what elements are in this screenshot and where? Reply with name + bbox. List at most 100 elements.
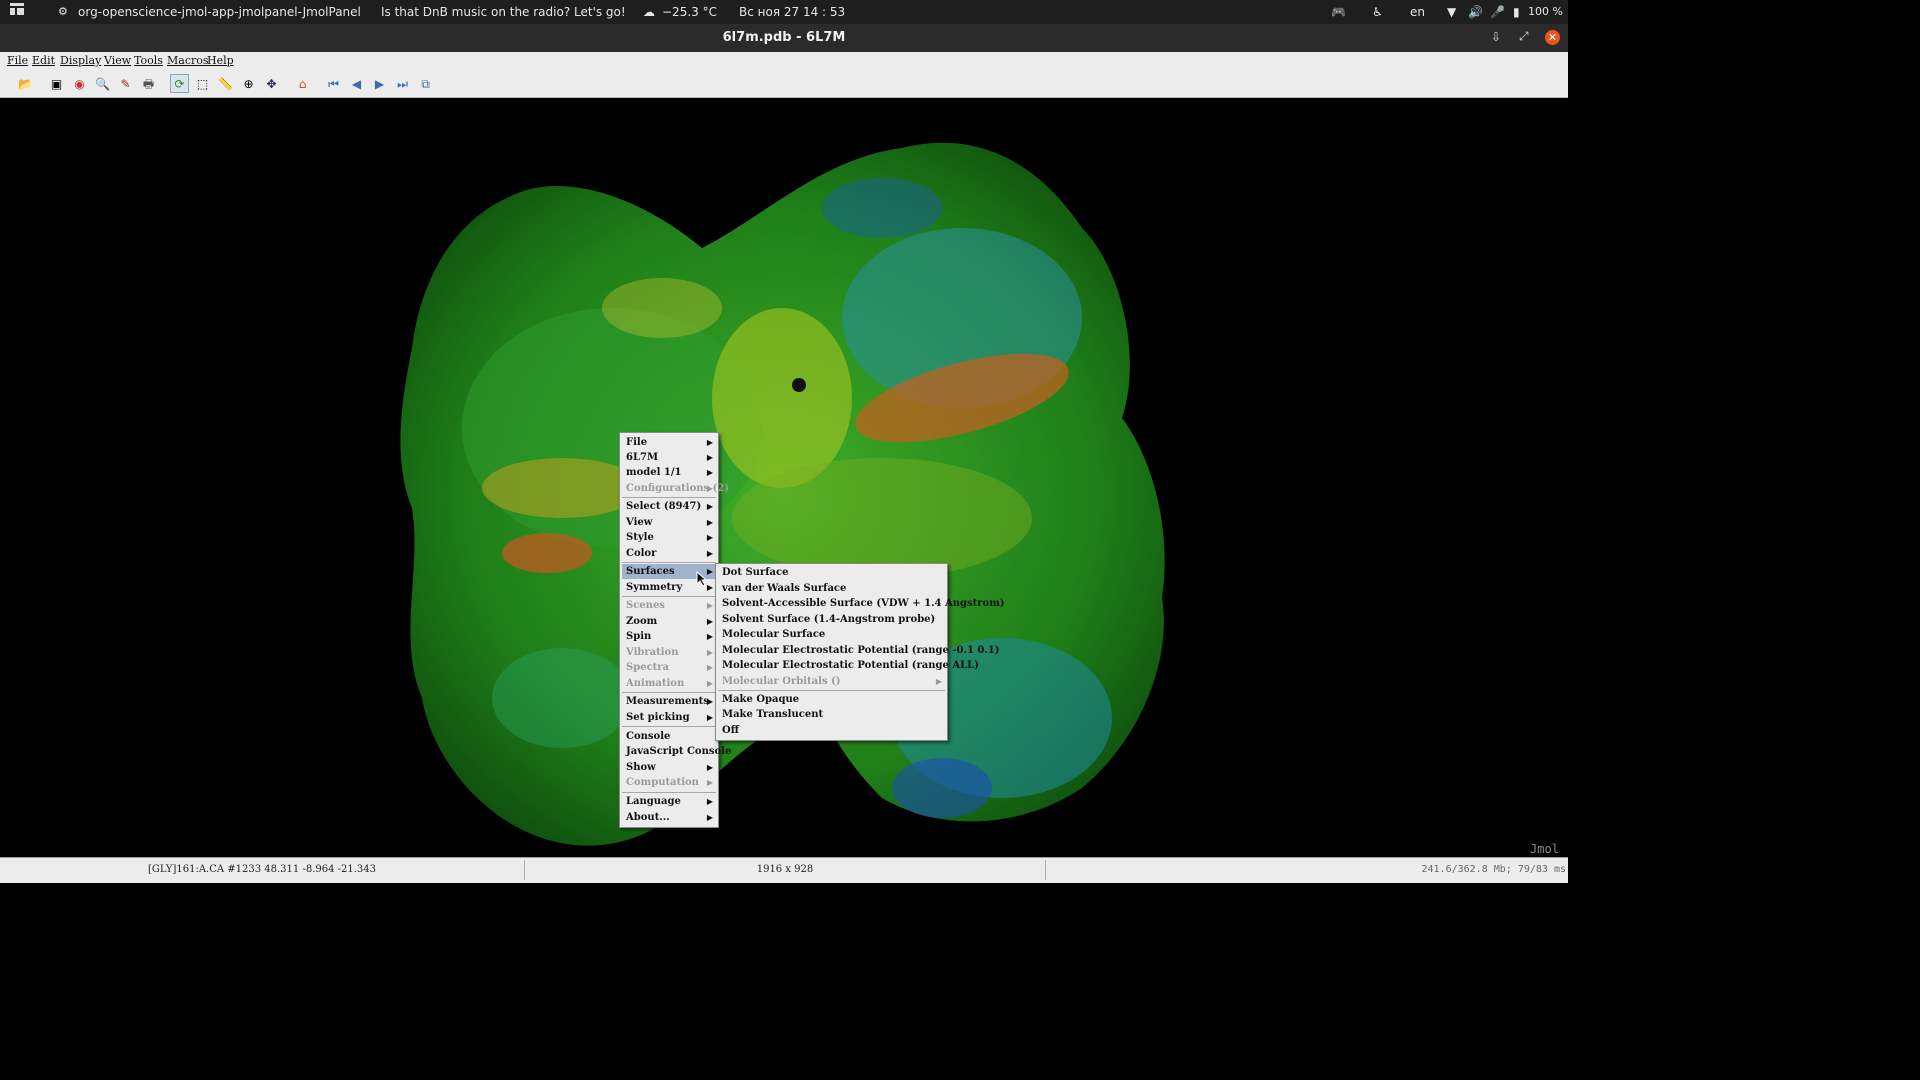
context-item-about[interactable]: About... ▶ bbox=[622, 810, 716, 825]
arrow-right-icon: ▶ bbox=[706, 631, 713, 641]
context-item-label: 6L7M bbox=[626, 452, 659, 463]
radio-indicator[interactable]: Is that DnB music on the radio? Let's go… bbox=[381, 0, 626, 24]
pick-icon[interactable]: ⬚ bbox=[193, 74, 212, 93]
window-title-bar[interactable]: 6l7m.pdb - 6L7M ⇩ ⤢ ✕ bbox=[0, 24, 1568, 52]
surface-make-translucent[interactable]: Make Translucent bbox=[718, 707, 945, 722]
viewer-dimensions: 1916 x 928 bbox=[525, 860, 1046, 880]
toolbar: 📂 ▣ ◉ 🔍 ✎ 🖶 ⟳ ⬚ 📏 ⊕ ✥ ⌂ ⏮ ◀ ▶ ⏭ ⧉ bbox=[0, 70, 1568, 98]
spin-icon[interactable]: ✥ bbox=[262, 74, 281, 93]
context-item-zoom[interactable]: Zoom ▶ bbox=[622, 614, 716, 629]
arrow-right-icon: ▶ bbox=[706, 548, 713, 558]
context-item-language[interactable]: Language ▶ bbox=[622, 794, 716, 809]
context-item-color[interactable]: Color ▶ bbox=[622, 546, 716, 561]
context-item-label: Animation bbox=[626, 678, 685, 689]
screenshot-icon[interactable]: ▣ bbox=[47, 74, 66, 93]
microphone-icon[interactable]: 🎤 bbox=[1490, 0, 1505, 24]
context-item-model-id[interactable]: 6L7M ▶ bbox=[622, 450, 716, 465]
last-frame-icon[interactable]: ⏭ bbox=[393, 74, 412, 93]
context-item-label: Style bbox=[626, 532, 654, 543]
menu-view[interactable]: View bbox=[104, 54, 131, 67]
find-icon[interactable]: 🔍 bbox=[93, 74, 112, 93]
arrow-right-icon: ▶ bbox=[706, 467, 713, 477]
first-frame-icon[interactable]: ⏮ bbox=[324, 74, 343, 93]
close-icon[interactable]: ✕ bbox=[1545, 30, 1560, 45]
menu-file[interactable]: File bbox=[7, 54, 28, 67]
battery-level: 100 % bbox=[1528, 5, 1563, 18]
menu-help[interactable]: Help bbox=[207, 54, 234, 67]
wifi-icon[interactable]: ▼ bbox=[1447, 0, 1456, 24]
context-item-label: Language bbox=[626, 796, 681, 807]
accessibility-icon[interactable]: ♿ bbox=[1372, 0, 1383, 24]
context-item-select[interactable]: Select (8947) ▶ bbox=[622, 499, 716, 514]
next-frame-icon[interactable]: ▶ bbox=[370, 74, 389, 93]
surface-solvent[interactable]: Solvent Surface (1.4-Angstrom probe) bbox=[718, 612, 945, 627]
arrow-right-icon: ▶ bbox=[706, 616, 713, 626]
maximize-icon[interactable]: ⤢ bbox=[1519, 29, 1529, 44]
surface-dot[interactable]: Dot Surface bbox=[718, 565, 945, 580]
context-item-view[interactable]: View ▶ bbox=[622, 515, 716, 530]
context-item-spin[interactable]: Spin ▶ bbox=[622, 629, 716, 644]
context-item-label: About... bbox=[626, 812, 670, 823]
context-item-label: Surfaces bbox=[626, 566, 675, 577]
surface-molecular-orbitals-label: Molecular Orbitals () bbox=[722, 676, 841, 687]
separator bbox=[622, 726, 716, 727]
context-item-label: Scenes bbox=[626, 600, 665, 611]
measure-icon[interactable]: 📏 bbox=[216, 74, 235, 93]
keyboard-language[interactable]: en bbox=[1410, 0, 1425, 24]
discord-icon[interactable]: 🎮 bbox=[1331, 0, 1346, 24]
system-top-bar: ⚙ org-openscience-jmol-app-jmolpanel-Jmo… bbox=[0, 0, 1568, 24]
context-item-show[interactable]: Show ▶ bbox=[622, 760, 716, 775]
surface-make-opaque[interactable]: Make Opaque bbox=[718, 692, 945, 707]
context-item-label: Spectra bbox=[626, 662, 670, 673]
menu-edit[interactable]: Edit bbox=[32, 54, 55, 67]
context-item-file[interactable]: File ▶ bbox=[622, 435, 716, 450]
zoom-icon[interactable]: ⊕ bbox=[239, 74, 258, 93]
minimize-icon[interactable]: ⇩ bbox=[1491, 30, 1501, 44]
surface-mep-range[interactable]: Molecular Electrostatic Potential (range… bbox=[718, 643, 1000, 658]
context-item-console[interactable]: Console bbox=[622, 729, 716, 744]
temperature[interactable]: −25.3 °C bbox=[662, 0, 717, 24]
surface-off[interactable]: Off bbox=[718, 723, 945, 738]
arrow-right-icon: ▶ bbox=[706, 517, 713, 527]
home-icon[interactable]: ⌂ bbox=[293, 74, 312, 93]
surface-mep-all[interactable]: Molecular Electrostatic Potential (range… bbox=[718, 658, 979, 673]
surface-molecular[interactable]: Molecular Surface bbox=[718, 627, 945, 642]
open-file-icon[interactable]: 📂 bbox=[16, 74, 35, 93]
volume-icon[interactable]: 🔊 bbox=[1468, 0, 1483, 24]
context-item-label: model 1/1 bbox=[626, 467, 682, 478]
app-name[interactable]: org-openscience-jmol-app-jmolpanel-JmolP… bbox=[78, 0, 361, 24]
surface-solvent-accessible[interactable]: Solvent-Accessible Surface (VDW + 1.4 An… bbox=[718, 596, 1005, 611]
window-title: 6l7m.pdb - 6L7M bbox=[722, 30, 846, 45]
menu-tools[interactable]: Tools bbox=[134, 54, 163, 67]
context-item-style[interactable]: Style ▶ bbox=[622, 530, 716, 545]
separator bbox=[622, 692, 716, 693]
surface-van-der-waals[interactable]: van der Waals Surface bbox=[718, 581, 945, 596]
battery-icon[interactable]: ▮ bbox=[1513, 0, 1520, 24]
animation-icon[interactable]: ⧉ bbox=[416, 74, 435, 93]
activities-icon[interactable] bbox=[9, 0, 25, 24]
rotate-icon[interactable]: ⟳ bbox=[170, 74, 189, 93]
clock[interactable]: Вс ноя 27 14 : 53 bbox=[739, 0, 845, 24]
context-item-label: Measurements bbox=[626, 696, 709, 707]
print-icon[interactable]: 🖶 bbox=[139, 74, 158, 93]
arrow-right-icon: ▶ bbox=[706, 762, 713, 772]
molecule-viewer[interactable]: Jmol bbox=[2, 98, 1566, 857]
previous-frame-icon[interactable]: ◀ bbox=[347, 74, 366, 93]
menu-display[interactable]: Display bbox=[60, 54, 101, 67]
arrow-right-icon: ▶ bbox=[935, 676, 942, 686]
context-item-computation: Computation ▶ bbox=[622, 775, 716, 790]
weather-icon: ☁ bbox=[643, 5, 655, 19]
render-icon[interactable]: ◉ bbox=[70, 74, 89, 93]
arrow-right-icon: ▶ bbox=[706, 662, 713, 672]
context-item-label: File bbox=[626, 437, 648, 448]
context-item-set-picking[interactable]: Set picking ▶ bbox=[622, 710, 716, 725]
separator bbox=[622, 497, 716, 498]
context-item-label: Select (8947) bbox=[626, 501, 702, 512]
context-item-model[interactable]: model 1/1 ▶ bbox=[622, 465, 716, 480]
context-item-measurements[interactable]: Measurements ▶ bbox=[622, 694, 716, 709]
menu-macros[interactable]: Macros bbox=[167, 54, 209, 67]
script-icon[interactable]: ✎ bbox=[116, 74, 135, 93]
mouse-cursor-icon bbox=[696, 571, 708, 587]
context-item-label: Configurations (2) bbox=[626, 483, 730, 494]
context-item-javascript-console[interactable]: JavaScript Console bbox=[622, 744, 731, 759]
